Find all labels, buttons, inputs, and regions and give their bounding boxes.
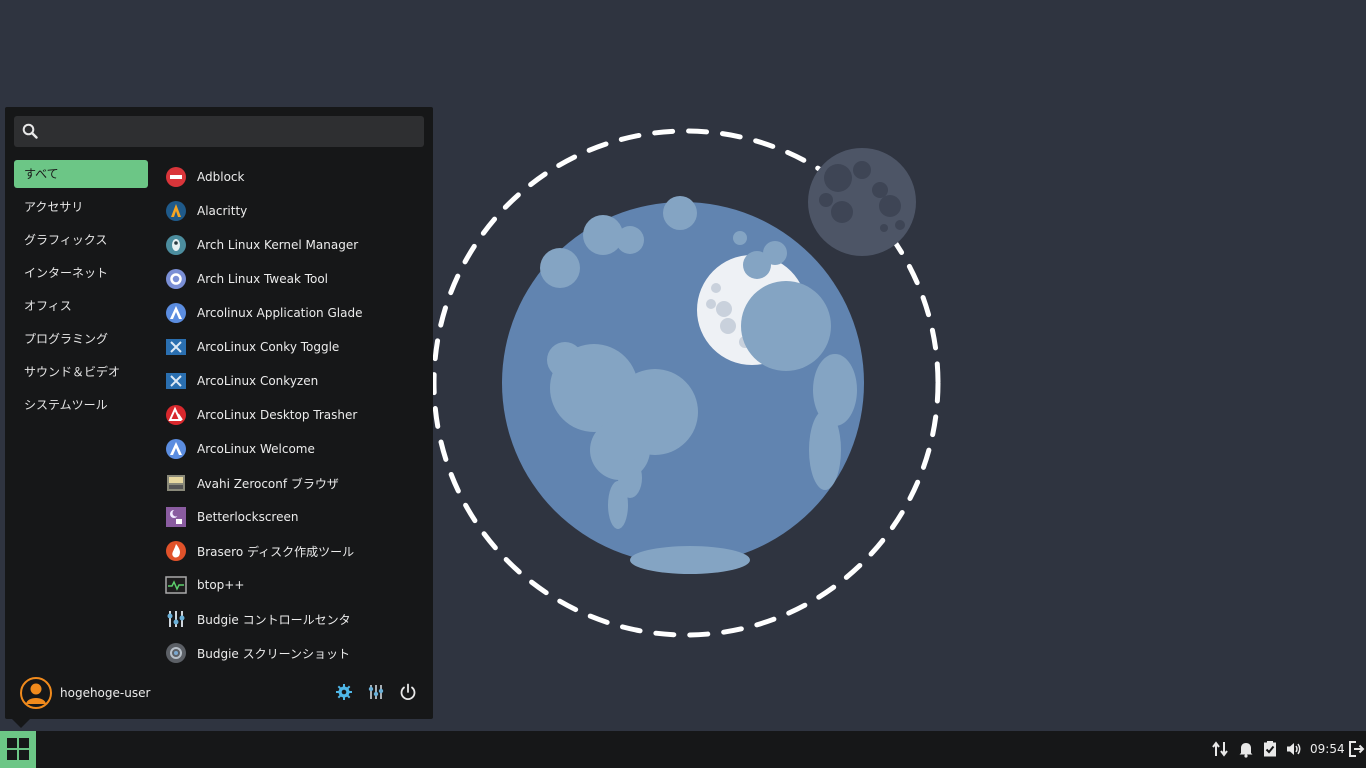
app-desktop-trasher[interactable]: ArcoLinux Desktop Trasher [165, 398, 425, 432]
app-alacritty[interactable]: Alacritty [165, 194, 425, 228]
arcolinux-welcome-icon [166, 439, 186, 459]
app-label: Budgie コントロールセンタ [197, 612, 351, 627]
category-list: すべて アクセサリ グラフィックス インターネット オフィス プログラミング サ… [14, 160, 148, 424]
volume-icon[interactable] [1285, 740, 1303, 758]
app-budgie-control-center[interactable]: Budgie コントロールセンタ [165, 602, 425, 636]
app-brasero[interactable]: Brasero ディスク作成ツール [165, 534, 425, 568]
clock[interactable]: 09:54 [1310, 742, 1345, 756]
conky-toggle-icon [166, 339, 186, 355]
category-sound-video[interactable]: サウンド＆ビデオ [14, 358, 148, 386]
network-updown-icon[interactable] [1211, 740, 1229, 758]
app-label: Arch Linux Tweak Tool [197, 272, 329, 286]
notification-bell-icon[interactable] [1237, 740, 1255, 758]
brasero-icon [166, 541, 186, 561]
logout-icon[interactable] [1347, 740, 1365, 758]
app-adblock[interactable]: Adblock [165, 160, 425, 194]
application-menu: すべて アクセサリ グラフィックス インターネット オフィス プログラミング サ… [5, 107, 433, 719]
user-avatar-icon[interactable] [20, 677, 52, 709]
power-icon[interactable] [398, 682, 418, 702]
app-arcolinux-glade[interactable]: Arcolinux Application Glade [165, 296, 425, 330]
app-label: ArcoLinux Welcome [197, 442, 315, 456]
app-list: Adblock Alacritty Arch Linux Kernel Mana… [165, 160, 425, 670]
app-conkyzen[interactable]: ArcoLinux Conkyzen [165, 364, 425, 398]
category-programming[interactable]: プログラミング [14, 325, 148, 353]
app-kernel-manager[interactable]: Arch Linux Kernel Manager [165, 228, 425, 262]
search-input[interactable] [48, 120, 418, 143]
app-betterlockscreen[interactable]: Betterlockscreen [165, 500, 425, 534]
kernel-manager-icon [166, 235, 186, 255]
category-accessories[interactable]: アクセサリ [14, 193, 148, 221]
username: hogehoge-user [60, 686, 151, 700]
conkyzen-icon [166, 373, 186, 389]
adblock-icon [166, 167, 186, 187]
app-budgie-screenshot[interactable]: Budgie スクリーンショット [165, 636, 425, 670]
app-label: ArcoLinux Desktop Trasher [197, 408, 358, 422]
search-icon [22, 123, 38, 139]
alacritty-icon [166, 201, 186, 221]
category-system-tools[interactable]: システムツール [14, 391, 148, 419]
app-label: Betterlockscreen [197, 510, 299, 524]
search-bar[interactable] [14, 116, 424, 147]
app-label: Avahi Zeroconf ブラウザ [197, 476, 339, 491]
control-sliders-icon[interactable] [366, 682, 386, 702]
category-graphics[interactable]: グラフィックス [14, 226, 148, 254]
app-grid-icon [7, 738, 29, 760]
desktop-trasher-icon [166, 405, 186, 425]
category-internet[interactable]: インターネット [14, 259, 148, 287]
arcolinux-glade-icon [166, 303, 186, 323]
app-tweak-tool[interactable]: Arch Linux Tweak Tool [165, 262, 425, 296]
app-label: ArcoLinux Conky Toggle [197, 340, 340, 354]
app-label: btop++ [197, 578, 245, 592]
start-menu-button[interactable] [0, 731, 36, 768]
taskbar: 09:54 [0, 731, 1366, 768]
tweak-tool-icon [166, 269, 186, 289]
menu-pointer [12, 719, 30, 728]
app-label: Adblock [197, 170, 245, 184]
category-office[interactable]: オフィス [14, 292, 148, 320]
app-arcolinux-welcome[interactable]: ArcoLinux Welcome [165, 432, 425, 466]
app-label: Arcolinux Application Glade [197, 306, 363, 320]
category-all[interactable]: すべて [14, 160, 148, 188]
menu-footer: hogehoge-user [5, 675, 433, 715]
app-conky-toggle[interactable]: ArcoLinux Conky Toggle [165, 330, 425, 364]
app-btop[interactable]: btop++ [165, 568, 425, 602]
app-label: Brasero ディスク作成ツール [197, 544, 355, 559]
app-avahi-browser[interactable]: Avahi Zeroconf ブラウザ [165, 466, 425, 500]
app-label: Budgie スクリーンショット [197, 646, 351, 661]
lockscreen-icon [166, 507, 186, 527]
app-label: Alacritty [197, 204, 248, 218]
app-label: ArcoLinux Conkyzen [197, 374, 319, 388]
budgie-control-icon [167, 611, 185, 627]
clipboard-check-icon[interactable] [1261, 740, 1279, 758]
settings-gear-icon[interactable] [334, 682, 354, 702]
budgie-screenshot-icon [166, 643, 186, 663]
avahi-icon [167, 475, 185, 491]
btop-icon [165, 576, 187, 594]
app-label: Arch Linux Kernel Manager [197, 238, 359, 252]
